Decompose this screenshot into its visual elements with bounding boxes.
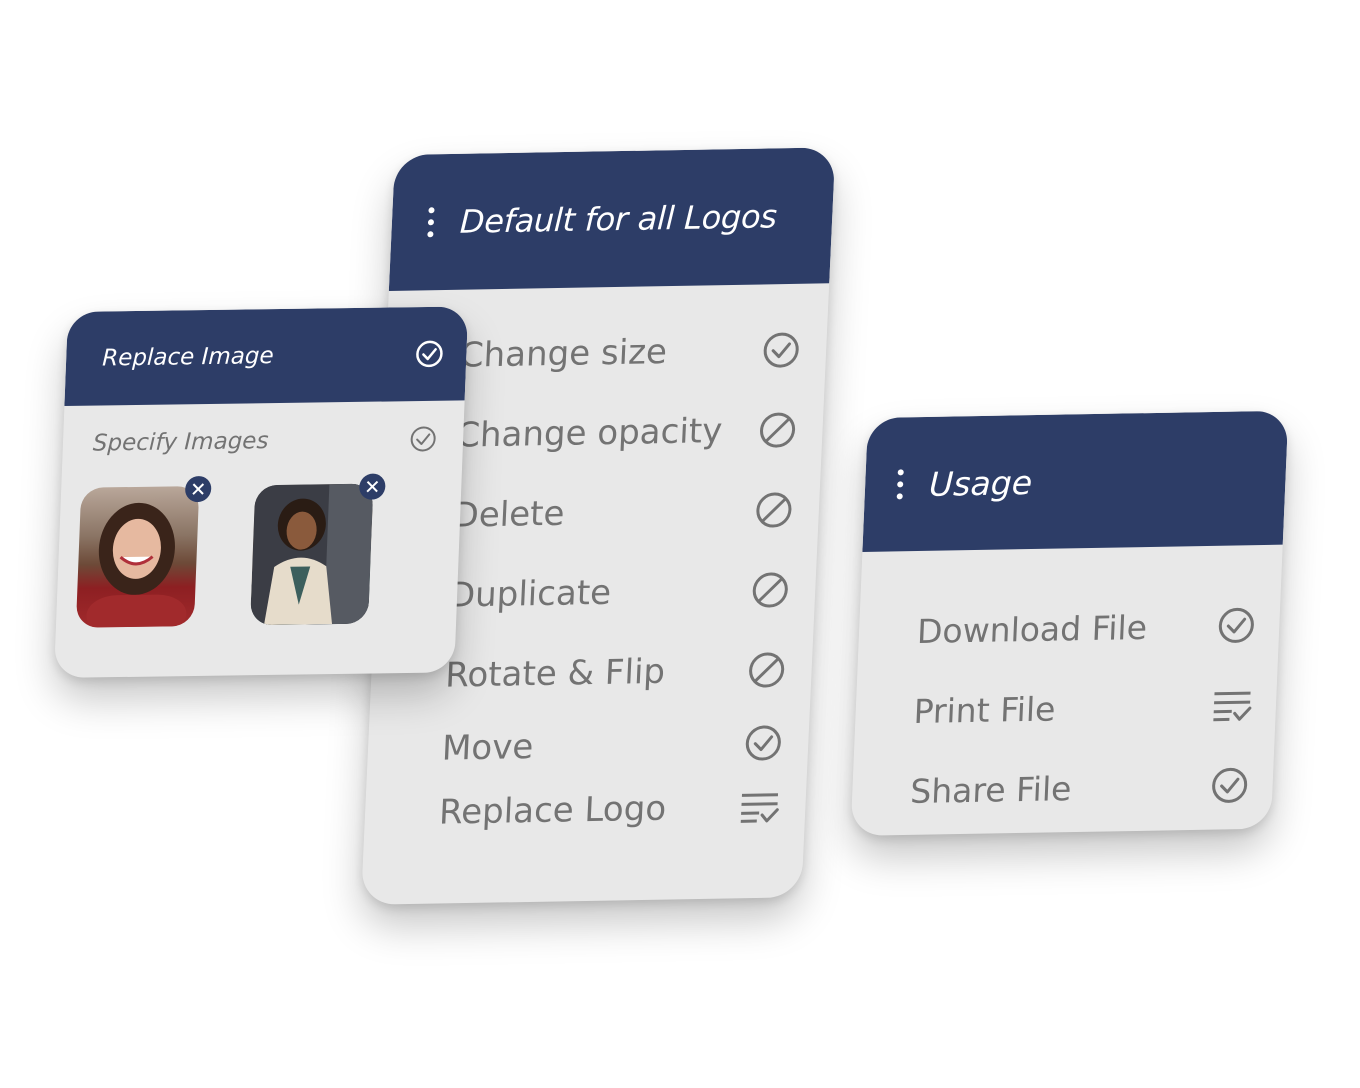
option-change-size[interactable]: Change size — [458, 310, 802, 396]
check-circle-icon[interactable] — [409, 425, 438, 453]
list-check-icon[interactable] — [739, 790, 781, 825]
usage-panel: Usage Download File Print File Share Fil… — [850, 410, 1289, 836]
image-thumbnail[interactable] — [249, 473, 386, 626]
remove-image-button[interactable] — [358, 473, 386, 500]
option-label: Rotate & Flip — [444, 651, 666, 696]
blocked-icon[interactable] — [747, 651, 787, 690]
option-change-opacity[interactable]: Change opacity — [454, 390, 798, 476]
image-thumbnail[interactable] — [75, 475, 212, 628]
blocked-icon[interactable] — [754, 491, 794, 530]
list-check-icon[interactable] — [1211, 688, 1252, 723]
option-label: Change size — [458, 332, 668, 376]
more-vertical-icon[interactable] — [896, 469, 904, 500]
option-label: Duplicate — [448, 572, 613, 616]
check-circle-icon[interactable] — [1210, 766, 1250, 805]
replace-image-panel: Replace Image Specify Images — [53, 306, 469, 678]
option-share-file[interactable]: Share File — [909, 745, 1251, 831]
blocked-icon[interactable] — [758, 411, 798, 450]
close-icon — [192, 483, 205, 495]
logos-panel-title: Default for all Logos — [459, 197, 778, 241]
specify-images-row[interactable]: Specify Images — [62, 400, 464, 458]
remove-image-button[interactable] — [184, 475, 212, 503]
option-delete[interactable]: Delete — [451, 470, 795, 556]
close-icon — [366, 480, 379, 493]
option-label: Change opacity — [455, 411, 724, 456]
logos-panel-header: Default for all Logos — [388, 147, 836, 291]
check-circle-icon[interactable] — [743, 724, 783, 763]
option-replace-logo[interactable]: Replace Logo — [438, 776, 781, 844]
option-duplicate[interactable]: Duplicate — [447, 550, 791, 636]
check-circle-icon[interactable] — [1217, 606, 1257, 645]
option-move[interactable]: Move — [441, 710, 784, 782]
option-label: Delete — [451, 493, 566, 536]
more-vertical-icon[interactable] — [427, 207, 435, 238]
option-print-file[interactable]: Print File — [912, 665, 1254, 751]
replace-image-title: Replace Image — [101, 343, 275, 372]
option-rotate-flip[interactable]: Rotate & Flip — [444, 630, 788, 716]
portrait-photo — [249, 483, 374, 626]
usage-panel-header: Usage — [862, 410, 1289, 552]
specify-images-label: Specify Images — [92, 428, 269, 457]
check-circle-icon[interactable] — [761, 331, 801, 370]
blocked-icon[interactable] — [750, 571, 790, 610]
option-label: Download File — [916, 607, 1148, 651]
portrait-photo — [76, 486, 199, 628]
option-label: Move — [441, 727, 535, 769]
check-circle-icon[interactable] — [414, 339, 445, 369]
option-label: Share File — [909, 768, 1073, 811]
replace-image-header: Replace Image — [64, 306, 469, 406]
option-label: Replace Logo — [438, 788, 668, 833]
option-label: Print File — [912, 688, 1057, 731]
usage-panel-title: Usage — [928, 462, 1033, 504]
option-download-file[interactable]: Download File — [915, 585, 1257, 671]
